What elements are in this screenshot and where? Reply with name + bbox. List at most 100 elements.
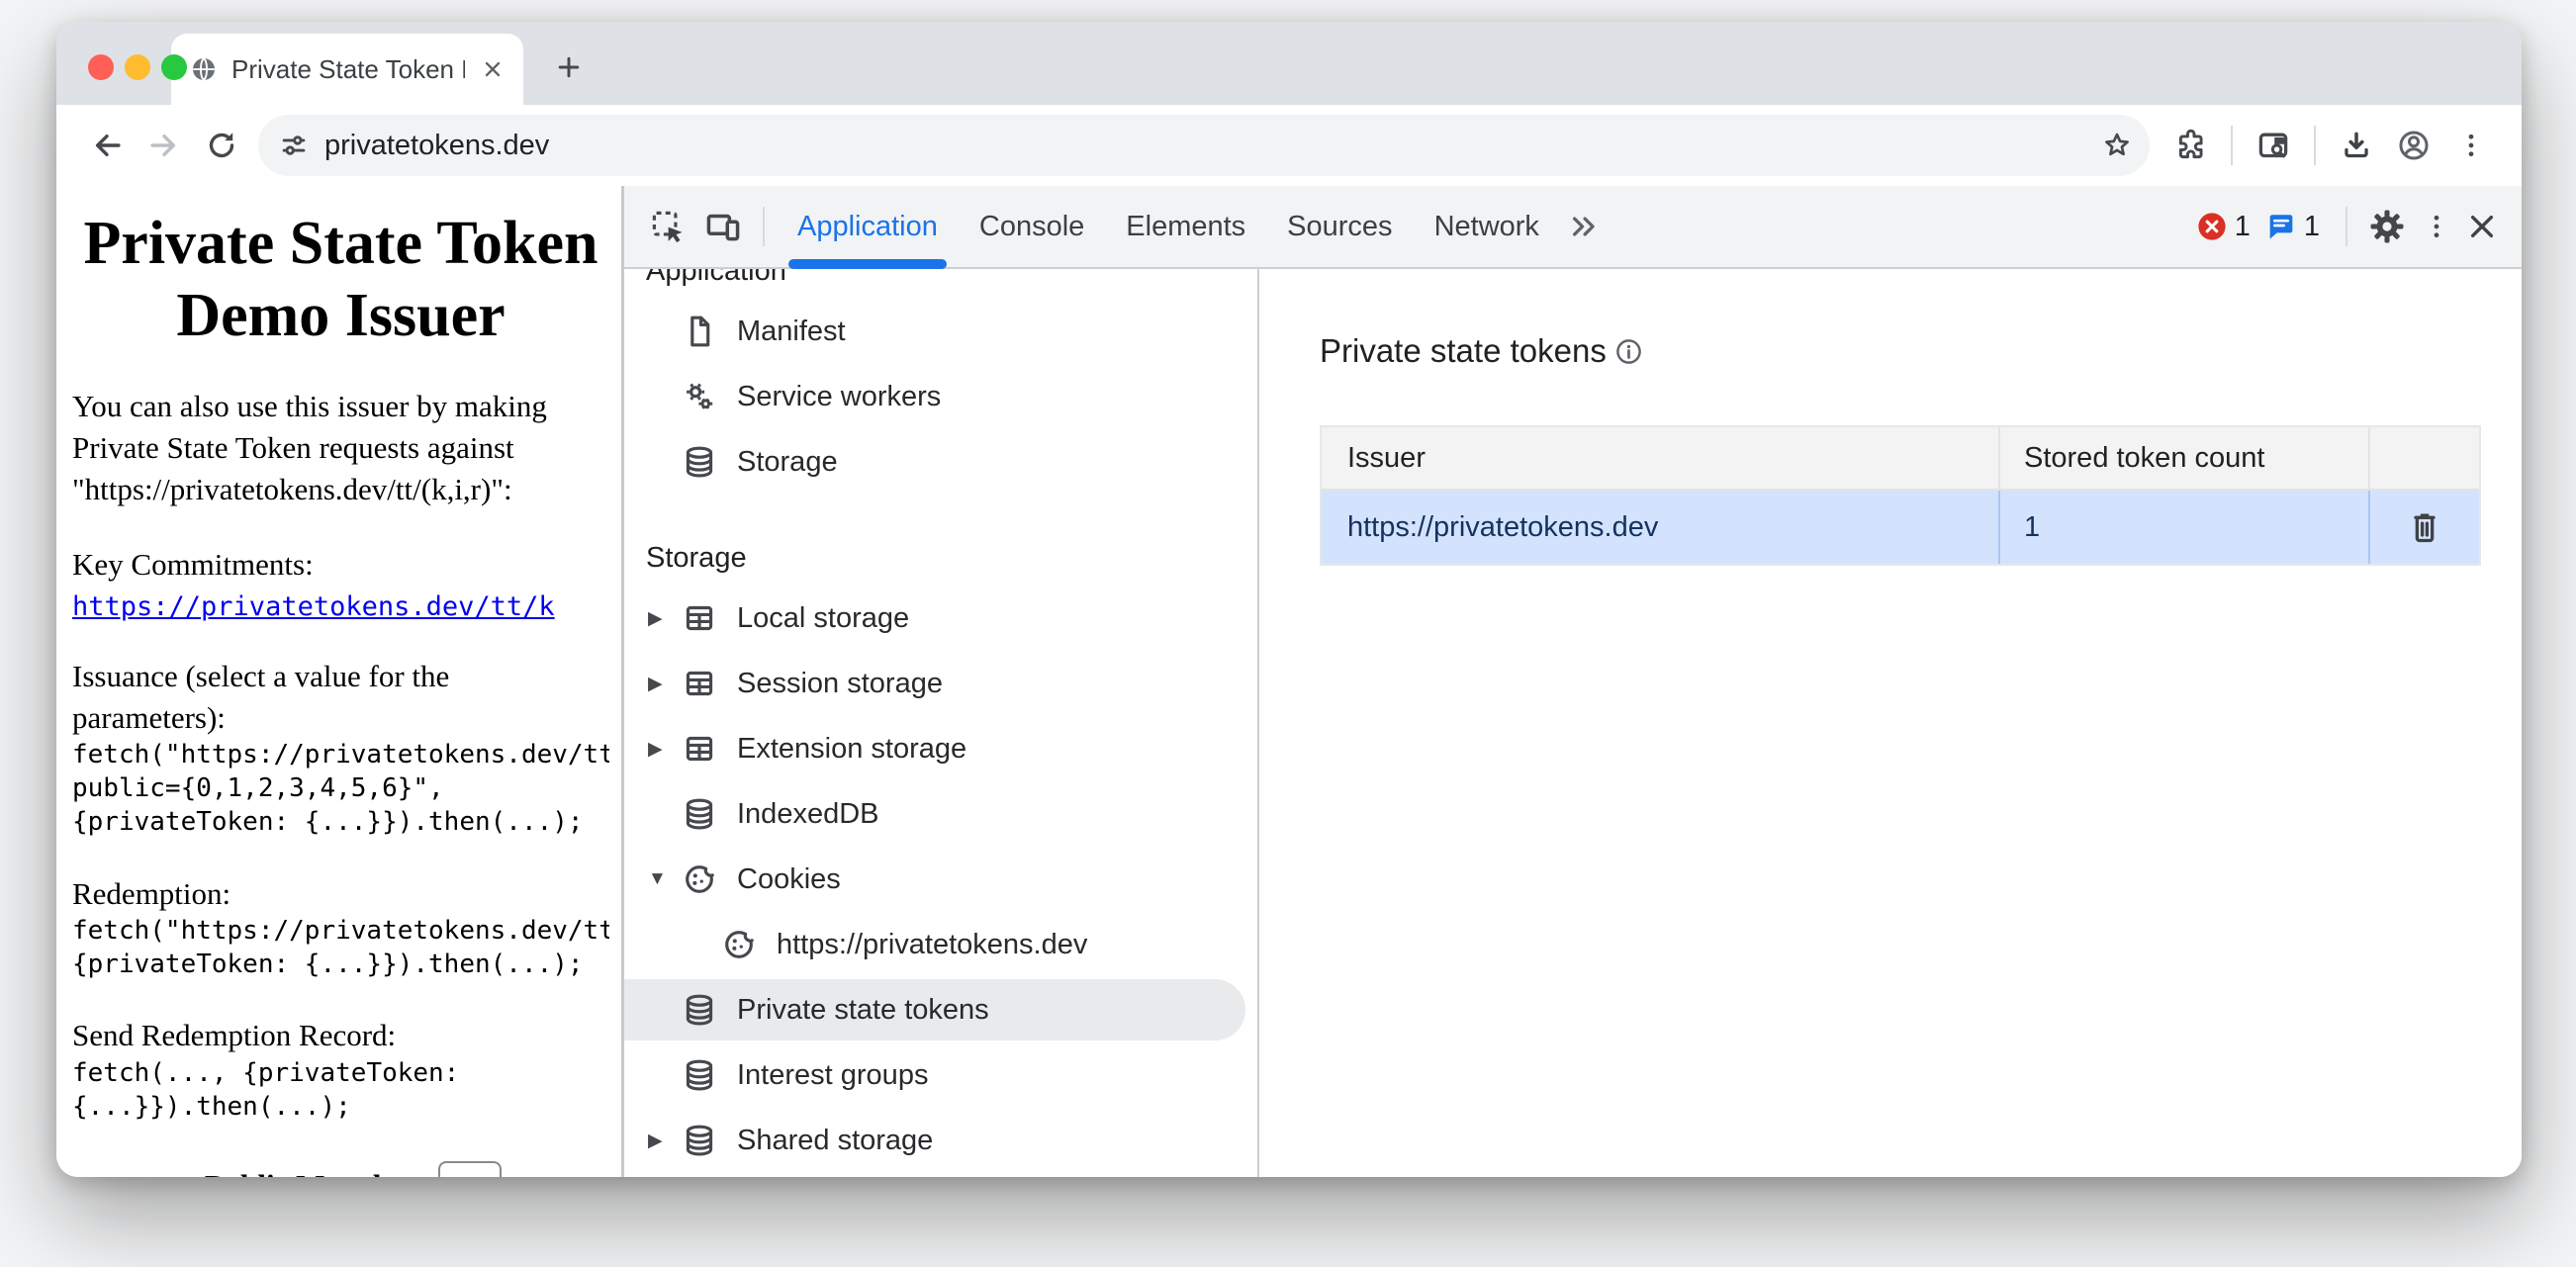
sidebar-item-label: Local storage [737, 602, 909, 635]
sidebar-item-label: Manifest [737, 316, 846, 348]
public-metadata-input[interactable] [438, 1161, 502, 1177]
back-button[interactable] [78, 117, 136, 174]
issuance-label: Issuance (select a value for the paramet… [72, 656, 609, 739]
sidebar-section-title: Storage [624, 530, 1257, 586]
devtools-tab-application[interactable]: Application [777, 186, 959, 267]
more-tabs-chevrons-icon[interactable] [1560, 199, 1608, 254]
devtools-tab-console[interactable]: Console [959, 186, 1105, 267]
profile-icon[interactable] [2385, 117, 2442, 174]
trash-icon[interactable] [2403, 505, 2446, 549]
page-title: Private State Token Demo Issuer [72, 208, 609, 352]
info-icon[interactable] [1613, 336, 1644, 367]
sidebar-item-extension-storage[interactable]: ▶Extension storage [624, 716, 1257, 781]
sidebar-item-storage[interactable]: Storage [624, 429, 1257, 495]
key-commitments-label: Key Commitments: [72, 544, 609, 586]
devtools-toolbar-divider [763, 207, 765, 246]
public-metadata-row: Public Metadata [205, 1161, 502, 1177]
database-icon [682, 1123, 717, 1158]
device-toolbar-icon[interactable] [695, 199, 751, 254]
send-redemption-record-label: Send Redemption Record: [72, 1015, 609, 1056]
sidebar-item-local-storage[interactable]: ▶ Local storage [624, 586, 1257, 651]
sidebar-item-session-storage[interactable]: ▶ Session storage [624, 651, 1257, 716]
tab-title: Private State Token Demo [231, 54, 465, 85]
devtools-menu-kebab-icon[interactable] [2415, 199, 2458, 254]
table-grid-icon [682, 731, 717, 767]
sidebar-section-title: Application [624, 269, 1257, 299]
browser-tab[interactable]: Private State Token Demo [171, 34, 523, 105]
devtools-tab-sources[interactable]: Sources [1266, 186, 1413, 267]
devtools-panel: ApplicationConsoleElementsSourcesNetwork… [621, 186, 2522, 1177]
sidebar-item-cookies[interactable]: ▼Cookies [624, 847, 1257, 912]
database-icon [682, 1057, 717, 1093]
error-badge-icon[interactable] [2195, 210, 2229, 243]
sidebar-item-private-state-tokens[interactable]: Private state tokens [624, 977, 1257, 1042]
sidebar-section-application: Application Manifest Service workers Storag… [624, 269, 1257, 495]
chevron-right-icon[interactable]: ▶ [648, 607, 682, 630]
devtools-toolbar-divider [2346, 207, 2347, 246]
column-header-actions [2368, 427, 2479, 489]
sidebar-item-https-privatetokens-dev[interactable]: https://privatetokens.dev [624, 912, 1257, 977]
url-bar[interactable]: privatetokens.dev [258, 115, 2150, 176]
extensions-puzzle-icon[interactable] [2162, 117, 2219, 174]
sidebar-item-label: Shared storage [737, 1125, 933, 1157]
sidebar-item-shared-storage[interactable]: ▶ Shared storage [624, 1108, 1257, 1173]
error-count: 1 [2235, 211, 2251, 243]
new-tab-plus-icon[interactable] [547, 45, 591, 89]
column-header-issuer[interactable]: Issuer [1322, 442, 1998, 475]
toolbar-divider [2231, 126, 2233, 165]
sidebar-section-storage: Storage ▶ Local storage ▶ Session storage ▶Ex… [624, 530, 1257, 1173]
table-grid-icon [682, 666, 717, 701]
devtools-close-icon[interactable] [2458, 199, 2506, 254]
side-panel-search-icon[interactable] [2245, 117, 2302, 174]
table-grid-icon [682, 600, 717, 636]
panel-title-text: Private state tokens [1320, 332, 1607, 370]
key-commitments-link[interactable]: https://privatetokens.dev/tt/k [72, 591, 555, 622]
cookie-icon [721, 927, 757, 962]
messages-bubble-icon[interactable] [2264, 210, 2298, 243]
chevron-right-icon[interactable]: ▶ [648, 738, 682, 761]
tune-icon[interactable] [278, 130, 310, 161]
chevron-down-icon[interactable]: ▼ [648, 868, 682, 890]
sidebar-item-label: IndexedDB [737, 798, 879, 831]
devtools-toolbar: ApplicationConsoleElementsSourcesNetwork… [624, 186, 2522, 269]
inspect-icon[interactable] [640, 199, 695, 254]
chevron-right-icon[interactable]: ▶ [648, 673, 682, 695]
minimize-window-button[interactable] [125, 54, 150, 80]
redemption-label: Redemption: [72, 873, 609, 915]
reload-button[interactable] [193, 117, 250, 174]
bookmark-star-icon[interactable] [2092, 121, 2142, 170]
devtools-tab-network[interactable]: Network [1414, 186, 1560, 267]
forward-button[interactable] [136, 117, 193, 174]
chevron-right-icon[interactable]: ▶ [648, 1130, 682, 1152]
sidebar-item-indexeddb[interactable]: IndexedDB [624, 781, 1257, 847]
table-header-row: IssuerStored token count [1322, 427, 2479, 491]
devtools-main-panel: Private state tokens IssuerStored token … [1259, 269, 2522, 1177]
sidebar-item-label: Session storage [737, 668, 943, 700]
devtools-tab-elements[interactable]: Elements [1105, 186, 1266, 267]
traffic-lights [88, 54, 187, 80]
sidebar-item-label: Storage [737, 446, 838, 479]
menu-kebab-icon[interactable] [2442, 117, 2500, 174]
sidebar-item-label: Interest groups [737, 1059, 928, 1092]
send-redemption-record-code: fetch(..., {privateToken: {...}}).then(.… [72, 1056, 609, 1124]
table-row[interactable]: https://privatetokens.dev1 [1322, 491, 2479, 564]
settings-gear-icon[interactable] [2359, 199, 2415, 254]
sidebar-item-label: Service workers [737, 381, 941, 413]
devtools-tabs: ApplicationConsoleElementsSourcesNetwork [777, 186, 1560, 267]
window-content: Private State Token Demo Issuer You can … [56, 186, 2522, 1177]
column-header-stored-token-count[interactable]: Stored token count [1998, 427, 2368, 489]
download-icon[interactable] [2328, 117, 2385, 174]
tab-close-icon[interactable] [478, 54, 507, 84]
private-state-tokens-table: IssuerStored token counthttps://privatet… [1320, 425, 2481, 566]
devtools-body: Application Manifest Service workers Storag… [624, 269, 2522, 1177]
url-text: privatetokens.dev [324, 130, 2077, 162]
public-metadata-label: Public Metadata [205, 1168, 422, 1177]
sidebar-item-interest-groups[interactable]: Interest groups [624, 1042, 1257, 1108]
zoom-window-button[interactable] [161, 54, 187, 80]
close-window-button[interactable] [88, 54, 114, 80]
sidebar-item-service-workers[interactable]: Service workers [624, 364, 1257, 429]
sidebar-item-label: Private state tokens [737, 994, 989, 1027]
page-intro: You can also use this issuer by making P… [72, 386, 609, 510]
sidebar-item-manifest[interactable]: Manifest [624, 299, 1257, 364]
toolbar-divider [2314, 126, 2316, 165]
